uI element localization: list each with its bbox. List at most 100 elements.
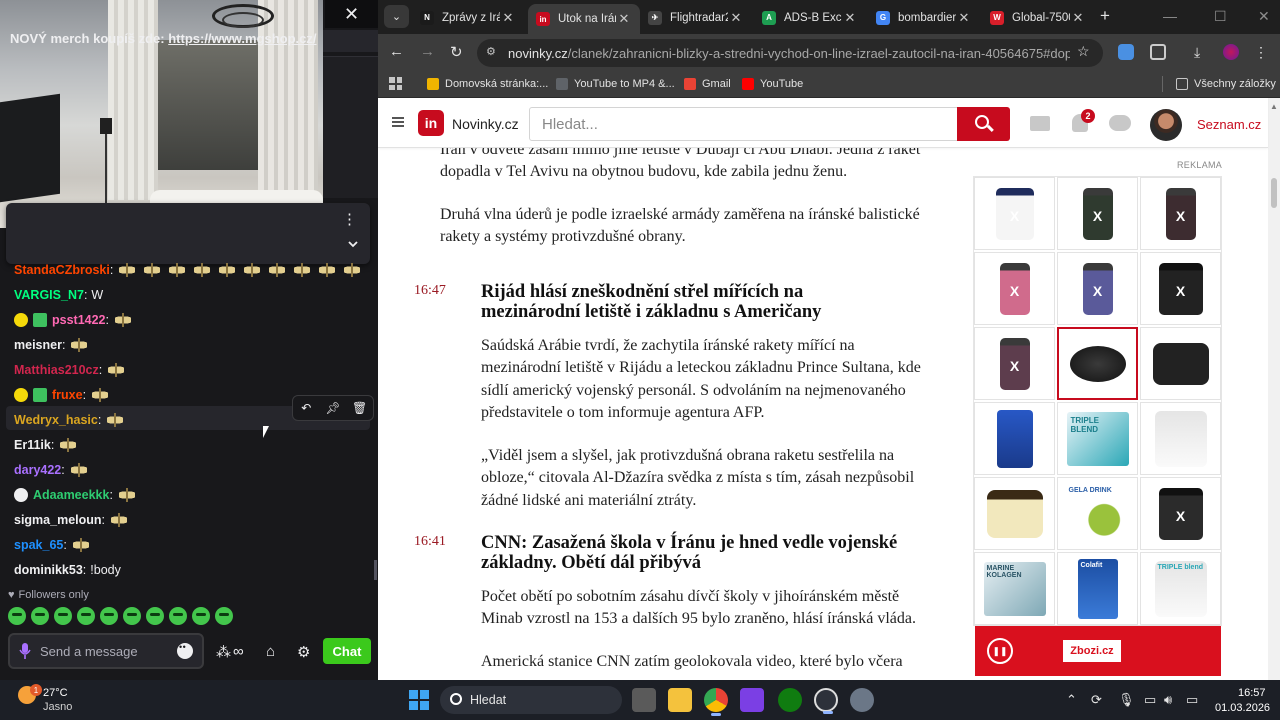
butterfly-emote-icon[interactable] [117,486,137,504]
extension-icon[interactable] [1118,44,1134,60]
obs-icon[interactable] [814,688,838,714]
green-emote-icon[interactable] [31,607,49,625]
avatar[interactable] [1150,109,1182,141]
site-search-input[interactable] [529,107,958,141]
tab-search-icon[interactable]: ⌄ [384,5,409,28]
chat-username[interactable]: Wedryx_hasic [14,413,98,427]
chat-message[interactable]: Wedryx_hasic: [14,409,130,431]
chat-message[interactable]: Matthias210cz: [14,359,131,381]
battery-icon[interactable]: ▭ [1186,692,1198,708]
butterfly-emote-icon[interactable] [109,511,129,529]
display-icon[interactable]: ▭ [1144,692,1156,708]
ad-product[interactable] [1140,402,1221,475]
task-view-icon[interactable] [632,688,656,712]
butterfly-emote-icon[interactable] [242,261,262,279]
green-emote-icon[interactable] [54,607,72,625]
chat-message[interactable]: meisner: [14,334,94,356]
all-bookmarks[interactable]: Všechny záložky [1176,76,1276,92]
weather-condition[interactable]: Jasno [43,701,72,713]
minimize-icon[interactable]: — [1163,8,1177,24]
tab[interactable]: Gbombardier ✕ [868,4,980,31]
maximize-icon[interactable]: ☐ [1214,8,1227,25]
chevron-up-icon[interactable]: ⌃ [1066,692,1077,708]
sync-icon[interactable]: ⟳ [1091,692,1102,708]
chat-message[interactable]: psst1422: [14,309,138,331]
butterfly-emote-icon[interactable] [267,261,287,279]
page-scrollbar-thumb[interactable] [1271,178,1277,208]
bits-icon[interactable]: ⁂ [216,643,231,661]
chat-username[interactable]: VARGIS_N7 [14,288,84,302]
chat-message-input[interactable] [40,640,170,662]
butterfly-emote-icon[interactable] [192,261,212,279]
apps-icon[interactable] [389,77,402,90]
bookmark-item[interactable]: YouTube to MP4 &... [556,76,675,92]
chat-username[interactable]: psst1422 [52,313,106,327]
store-icon[interactable]: ⌂ [266,643,275,660]
green-emote-icon[interactable] [77,607,95,625]
tab[interactable]: in Útok na Írán ✕ [528,4,640,34]
chat-username[interactable]: dary422 [14,463,61,477]
ad-product[interactable] [974,327,1055,400]
site-info-icon[interactable]: ⚙ [486,45,500,59]
bookmark-item[interactable]: YouTube [742,76,803,92]
green-emote-icon[interactable] [192,607,210,625]
butterfly-emote-icon[interactable] [105,411,125,429]
chat-bubble-icon[interactable] [1109,115,1131,131]
chat-username[interactable]: Matthias210cz [14,363,99,377]
ad-product[interactable] [974,477,1055,550]
close-tab-icon[interactable]: ✕ [842,10,858,26]
chat-message[interactable]: fruxe: [14,384,115,406]
bookmark-star-icon[interactable]: ☆ [1077,43,1090,60]
green-emote-icon[interactable] [8,607,26,625]
pin-icon[interactable]: 📌︎ [322,398,344,418]
gift-badge-icon[interactable] [33,313,47,327]
ad-product[interactable] [1057,327,1138,400]
close-tab-icon[interactable]: ✕ [500,10,516,26]
butterfly-emote-icon[interactable] [106,361,126,379]
chat-message[interactable]: Adaameekkk: [14,484,142,506]
puzzle-icon[interactable] [1150,44,1166,60]
url-text[interactable]: novinky.cz/clanek/zahranicni-blizky-a-st… [508,46,1070,61]
menu-icon[interactable]: ⋮ [1254,44,1270,60]
trash-icon[interactable]: 🗑︎ [349,398,371,418]
butterfly-emote-icon[interactable] [142,261,162,279]
tab[interactable]: A ADS-B Exch ✕ [754,4,866,31]
pinned-link[interactable]: https://www.mgshop.cz/ [168,31,316,46]
forward-icon[interactable]: → [420,43,435,60]
pause-icon[interactable]: ❚❚ [987,638,1013,664]
volume-icon[interactable]: 🔊︎ [1164,692,1172,708]
microphone-icon[interactable] [19,642,31,660]
green-emote-icon[interactable] [100,607,118,625]
ad-product[interactable]: GELA DRINK [1057,477,1138,550]
chat-message[interactable]: dary422: [14,459,94,481]
close-tab-icon[interactable]: ✕ [1070,10,1086,26]
butterfly-emote-icon[interactable] [167,261,187,279]
sub-badge-icon[interactable] [14,313,28,327]
clock-date[interactable]: 01.03.2026 [1215,702,1270,714]
close-video-icon[interactable]: ✕ [325,0,378,28]
butterfly-emote-icon[interactable] [317,261,337,279]
bookmark-item[interactable]: Gmail [684,76,731,92]
chat-message[interactable]: VARGIS_N7: W [14,284,103,306]
ad-product[interactable] [974,402,1055,475]
profile-icon[interactable] [1223,44,1239,60]
close-window-icon[interactable]: ✕ [1258,8,1270,25]
tab[interactable]: N Zprávy z Írán✕ [412,4,524,31]
download-icon[interactable]: ⤓ [1194,44,1210,60]
butterfly-emote-icon[interactable] [69,461,89,479]
infinity-icon[interactable]: ∞ [233,643,244,660]
chat-username[interactable]: Adaameekkk [33,488,109,502]
sub-badge-icon[interactable] [14,388,28,402]
clock-time[interactable]: 16:57 [1238,687,1266,699]
ad-product[interactable] [1140,252,1221,325]
butterfly-emote-icon[interactable] [58,436,78,454]
ad-product[interactable] [974,252,1055,325]
butterfly-emote-icon[interactable] [217,261,237,279]
ad-product[interactable]: MARINE KOLAGEN [974,552,1055,625]
site-name[interactable]: Novinky.cz [452,116,519,132]
butterfly-emote-icon[interactable] [113,311,133,329]
chat-username[interactable]: fruxe [52,388,83,402]
verified-badge-icon[interactable] [14,488,28,502]
green-emote-icon[interactable] [123,607,141,625]
chat-send-button[interactable]: Chat [323,638,371,664]
